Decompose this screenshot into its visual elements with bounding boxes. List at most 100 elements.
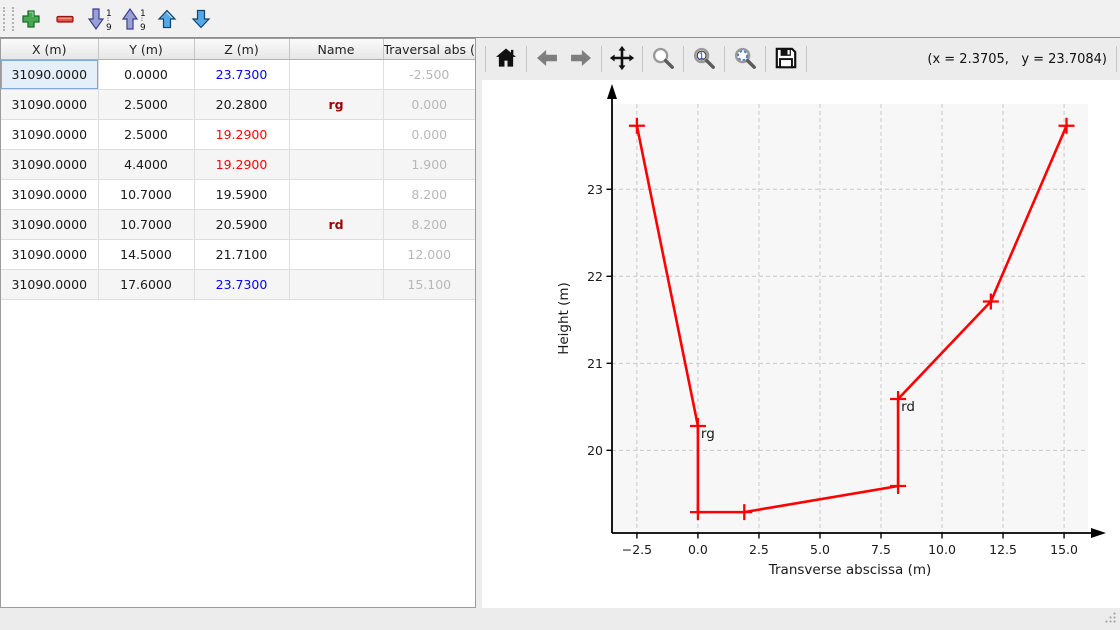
- sort-ascending-button[interactable]: 1 9: [82, 4, 116, 34]
- cell-name[interactable]: [289, 120, 383, 150]
- cell-trav[interactable]: 1.900: [383, 150, 475, 180]
- table-row: 31090.00002.500020.2800rg0.000: [1, 90, 475, 120]
- cell-trav[interactable]: -2.500: [383, 60, 475, 90]
- cell-x[interactable]: 31090.0000: [1, 240, 98, 270]
- svg-text:9: 9: [140, 23, 146, 31]
- cell-z[interactable]: 23.7300: [194, 270, 289, 300]
- cell-x[interactable]: 31090.0000: [1, 180, 98, 210]
- cell-trav[interactable]: 0.000: [383, 120, 475, 150]
- cell-x[interactable]: 31090.0000: [1, 90, 98, 120]
- cell-y[interactable]: 2.5000: [98, 90, 194, 120]
- save-figure-button[interactable]: [769, 42, 803, 76]
- move-row-up-button[interactable]: [150, 4, 184, 34]
- cell-x[interactable]: 31090.0000: [1, 120, 98, 150]
- cell-name[interactable]: [289, 270, 383, 300]
- column-header-z[interactable]: Z (m): [194, 39, 289, 60]
- cell-x[interactable]: 31090.0000: [1, 60, 98, 90]
- plot-background[interactable]: [612, 104, 1088, 533]
- cell-z[interactable]: 19.2900: [194, 150, 289, 180]
- x-tick-label: 2.5: [749, 542, 769, 557]
- x-tick-label: 7.5: [871, 542, 891, 557]
- table-row: 31090.000010.700019.5900 8.200: [1, 180, 475, 210]
- toolbar-separator: [601, 46, 602, 72]
- cell-y[interactable]: 2.5000: [98, 120, 194, 150]
- cell-y[interactable]: 10.7000: [98, 210, 194, 240]
- pan-button[interactable]: [605, 42, 639, 76]
- cell-trav[interactable]: 8.200: [383, 210, 475, 240]
- y-tick-label: 20: [587, 443, 603, 458]
- cell-name[interactable]: [289, 60, 383, 90]
- column-header-name[interactable]: Name: [289, 39, 383, 60]
- x-tick-label: 10.0: [928, 542, 956, 557]
- svg-text:1: 1: [106, 9, 112, 19]
- sort-descending-button[interactable]: 1 9: [116, 4, 150, 34]
- cell-z[interactable]: 19.5900: [194, 180, 289, 210]
- toolbar-drag-handle[interactable]: [3, 7, 14, 31]
- home-icon: [493, 45, 519, 74]
- cell-z[interactable]: 23.7300: [194, 60, 289, 90]
- annotation-label: rg: [701, 426, 715, 442]
- cell-trav[interactable]: 12.000: [383, 240, 475, 270]
- cell-y[interactable]: 4.4000: [98, 150, 194, 180]
- table-body: 31090.00000.000023.7300-2.50031090.00002…: [1, 60, 475, 300]
- toolbar-separator: [1116, 46, 1117, 72]
- magnifier-icon: [650, 45, 676, 74]
- cell-x[interactable]: 31090.0000: [1, 210, 98, 240]
- back-button[interactable]: [530, 42, 564, 76]
- cell-z[interactable]: 20.2800: [194, 90, 289, 120]
- zoom-to-fit-button[interactable]: [728, 42, 762, 76]
- zoom-button[interactable]: [646, 42, 680, 76]
- home-view-button[interactable]: [489, 42, 523, 76]
- move-row-down-button[interactable]: [184, 4, 218, 34]
- cell-y[interactable]: 0.0000: [98, 60, 194, 90]
- cell-name[interactable]: rg: [289, 90, 383, 120]
- y-tick-label: 23: [587, 182, 603, 197]
- cell-trav[interactable]: 15.100: [383, 270, 475, 300]
- x-tick-label: 15.0: [1050, 542, 1078, 557]
- cursor-coordinates-readout: (x = 2.3705, y = 23.7084): [927, 52, 1107, 67]
- magnifier-fit-icon: [732, 45, 758, 74]
- cell-trav[interactable]: 8.200: [383, 180, 475, 210]
- column-header-x[interactable]: X (m): [1, 39, 98, 60]
- column-header-y[interactable]: Y (m): [98, 39, 194, 60]
- cell-y[interactable]: 17.6000: [98, 270, 194, 300]
- y-axis-arrowhead: [607, 84, 617, 99]
- points-table-panel: X (m) Y (m) Z (m) Name Traversal abs (m)…: [0, 38, 476, 608]
- toolbar-separator: [683, 46, 684, 72]
- cell-name[interactable]: [289, 180, 383, 210]
- forward-button[interactable]: [564, 42, 598, 76]
- cell-name[interactable]: rd: [289, 210, 383, 240]
- table-row: 31090.000014.500021.7100 12.000: [1, 240, 475, 270]
- column-header-traversal-abs[interactable]: Traversal abs (m): [383, 39, 475, 60]
- chart-toolbar: 1: [482, 38, 1120, 80]
- x-tick-label: 12.5: [989, 542, 1017, 557]
- table-row: 31090.00004.400019.2900 1.900: [1, 150, 475, 180]
- cell-name[interactable]: [289, 150, 383, 180]
- cross-section-chart-canvas[interactable]: rgrd−2.50.02.55.07.510.012.515.020212223…: [482, 80, 1120, 608]
- cell-name[interactable]: [289, 240, 383, 270]
- y-axis-label: Height (m): [556, 282, 572, 355]
- window-resize-grip[interactable]: [1103, 609, 1117, 628]
- cell-trav[interactable]: 0.000: [383, 90, 475, 120]
- cell-x[interactable]: 31090.0000: [1, 150, 98, 180]
- cell-z[interactable]: 21.7100: [194, 240, 289, 270]
- cell-y[interactable]: 14.5000: [98, 240, 194, 270]
- zoom-one-to-one-button[interactable]: 1: [687, 42, 721, 76]
- pan-icon: [609, 45, 635, 74]
- cell-z[interactable]: 19.2900: [194, 120, 289, 150]
- points-table: X (m) Y (m) Z (m) Name Traversal abs (m)…: [1, 39, 475, 300]
- move-down-icon: [190, 8, 212, 30]
- remove-row-button[interactable]: [48, 4, 82, 34]
- table-row: 31090.00000.000023.7300 -2.500: [1, 60, 475, 90]
- add-row-button[interactable]: [14, 4, 48, 34]
- toolbar-separator: [724, 46, 725, 72]
- cell-x[interactable]: 31090.0000: [1, 270, 98, 300]
- svg-text:1: 1: [140, 9, 146, 19]
- y-tick-label: 21: [587, 356, 603, 371]
- annotation-label: rd: [901, 399, 915, 415]
- cell-z[interactable]: 20.5900: [194, 210, 289, 240]
- toolbar-separator: [806, 46, 807, 72]
- add-icon: [20, 8, 42, 30]
- cell-y[interactable]: 10.7000: [98, 180, 194, 210]
- toolbar-separator: [642, 46, 643, 72]
